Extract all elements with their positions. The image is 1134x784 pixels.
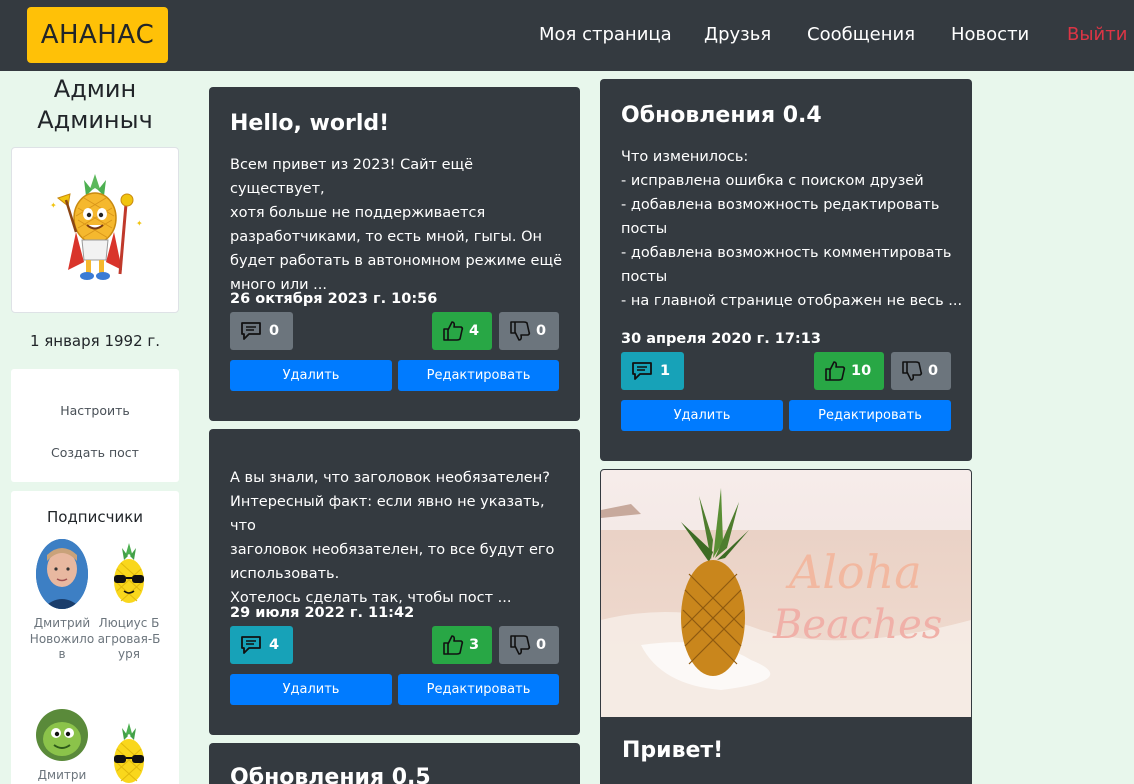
dislike-button[interactable]: 0: [499, 626, 559, 664]
comments-count: 0: [269, 323, 280, 339]
profile-birthdate: 1 января 1992 г.: [29, 332, 161, 350]
post-date: 26 октября 2023 г. 10:56: [230, 291, 438, 307]
nav-news[interactable]: Новости: [951, 24, 1029, 45]
post-title[interactable]: Hello, world!: [230, 111, 389, 136]
top-navbar: АНАНАС Моя страница Друзья Сообщения Нов…: [0, 0, 1134, 71]
nav-friends[interactable]: Друзья: [704, 24, 771, 45]
subscriber-avatar: [36, 709, 88, 761]
subscriber-avatar: [36, 539, 88, 609]
profile-menu: Настроить Создать пост: [11, 369, 179, 482]
brand-logo[interactable]: АНАНАС: [27, 7, 168, 63]
dislikes-count: 0: [536, 323, 547, 339]
post-text: Всем привет из 2023! Сайт ещё существует…: [230, 157, 563, 293]
likes-count: 4: [469, 323, 480, 339]
profile-name: Админ Админыч: [37, 75, 153, 134]
edit-button[interactable]: Редактировать: [398, 674, 559, 705]
delete-button[interactable]: Удалить: [230, 674, 392, 705]
nav-logout[interactable]: Выйти: [1067, 24, 1127, 45]
post-card: Обновления 0.5: [209, 743, 580, 784]
post-card: Hello, world! Всем привет из 2023! Сайт …: [209, 87, 580, 421]
thumbs-down-icon: [901, 360, 923, 382]
post-date: 30 апреля 2020 г. 17:13: [621, 331, 821, 347]
pineapple-king-avatar: ✦ ✦: [50, 174, 143, 280]
delete-button[interactable]: Удалить: [621, 400, 783, 431]
subscriber-item[interactable]: Люциус Багровая-Буря: [94, 539, 164, 663]
like-button[interactable]: 4: [432, 312, 492, 350]
speech-bubble-icon: [631, 361, 655, 381]
image-text-beaches: Beaches: [772, 602, 942, 648]
dislikes-count: 0: [928, 363, 939, 379]
subscriber-name: Дмитрий Новожилов: [29, 616, 95, 661]
edit-button[interactable]: Редактировать: [789, 400, 951, 431]
profile-avatar: ✦ ✦: [11, 147, 179, 313]
post-card: Обновления 0.4 Что изменилось: - исправл…: [600, 79, 972, 461]
speech-bubble-icon: [240, 321, 264, 341]
thumbs-down-icon: [509, 320, 531, 342]
thumbs-up-icon: [442, 634, 464, 656]
subscribers-title: Подписчики: [46, 508, 144, 526]
thumbs-up-icon: [824, 360, 846, 382]
image-text-aloha: Aloha: [785, 545, 922, 599]
subscriber-name: Люциус Багровая-Буря: [97, 616, 161, 661]
post-title[interactable]: Обновления 0.5: [230, 765, 431, 784]
post-text: Что изменилось: - исправлена ошибка с по…: [621, 149, 963, 309]
like-button[interactable]: 10: [814, 352, 884, 390]
subscriber-item[interactable]: [94, 719, 164, 784]
dislike-button[interactable]: 0: [499, 312, 559, 350]
likes-count: 10: [851, 363, 872, 379]
comments-count: 4: [269, 637, 280, 653]
post-title[interactable]: Обновления 0.4: [621, 103, 822, 128]
svg-text:✦: ✦: [136, 219, 143, 228]
subscriber-avatar: [103, 539, 155, 609]
comments-button[interactable]: 1: [621, 352, 684, 390]
speech-bubble-icon: [240, 635, 264, 655]
delete-button[interactable]: Удалить: [230, 360, 392, 391]
comments-count: 1: [660, 363, 671, 379]
svg-text:✦: ✦: [50, 201, 57, 210]
subscribers-card: Подписчики Дмитрий Новожилов Люциус Багр…: [11, 491, 179, 784]
post-card: А вы знали, что заголовок необязателен? …: [209, 429, 580, 735]
settings-link[interactable]: Настроить: [11, 403, 179, 418]
comments-button[interactable]: 0: [230, 312, 293, 350]
nav-messages[interactable]: Сообщения: [807, 24, 915, 45]
likes-count: 3: [469, 637, 480, 653]
subscriber-name: Дмитри: [37, 768, 87, 782]
dislike-button[interactable]: 0: [891, 352, 951, 390]
subscriber-item[interactable]: Дмитрий Новожилов: [27, 539, 97, 663]
subscriber-avatar: [103, 719, 155, 784]
create-post-link[interactable]: Создать пост: [11, 445, 179, 460]
subscriber-item[interactable]: Дмитри: [27, 709, 97, 784]
dislikes-count: 0: [536, 637, 547, 653]
thumbs-up-icon: [442, 320, 464, 342]
post-title[interactable]: Привет!: [622, 738, 723, 763]
comments-button[interactable]: 4: [230, 626, 293, 664]
post-card: Aloha Beaches Привет!: [600, 469, 972, 784]
post-image[interactable]: Aloha Beaches: [601, 470, 971, 717]
post-date: 29 июля 2022 г. 11:42: [230, 605, 415, 621]
nav-my-page[interactable]: Моя страница: [539, 24, 672, 45]
edit-button[interactable]: Редактировать: [398, 360, 559, 391]
like-button[interactable]: 3: [432, 626, 492, 664]
thumbs-down-icon: [509, 634, 531, 656]
post-text: А вы знали, что заголовок необязателен? …: [230, 470, 555, 606]
